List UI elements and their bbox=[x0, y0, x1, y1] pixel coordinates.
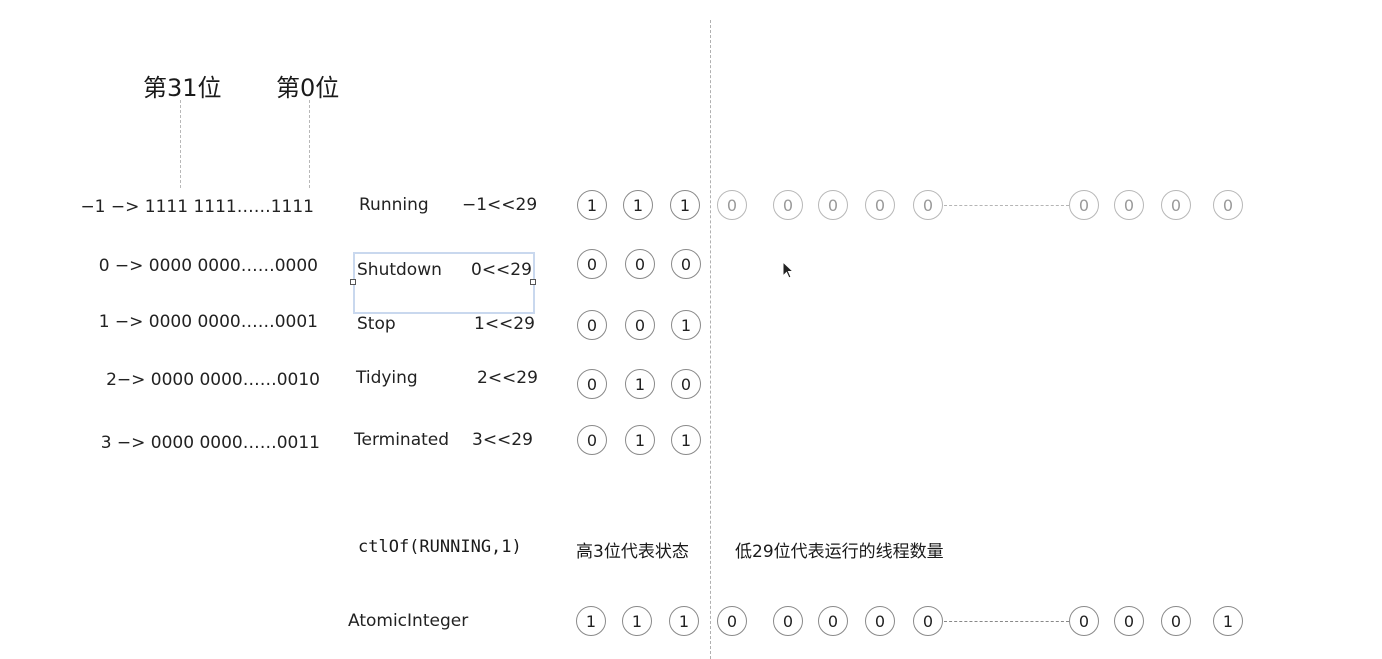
bit-circle: 0 bbox=[625, 310, 655, 340]
low-bit-circle: 0 bbox=[1114, 190, 1144, 220]
atomic-bit-circle: 0 bbox=[913, 606, 943, 636]
low-bit-circle: 0 bbox=[1213, 190, 1243, 220]
bit-circle: 1 bbox=[625, 369, 655, 399]
binary-row-neg1: −1 −> 1111 1111……1111 bbox=[80, 197, 314, 217]
state-terminated-shift: 3<<29 bbox=[472, 430, 533, 450]
high-low-divider bbox=[710, 20, 711, 659]
bit0-label: 第0位 bbox=[276, 74, 340, 102]
low-bit-circle: 0 bbox=[913, 190, 943, 220]
low-bit-circle: 0 bbox=[818, 190, 848, 220]
bit-circle: 1 bbox=[625, 425, 655, 455]
mouse-pointer-icon bbox=[782, 260, 796, 281]
low-bit-circle: 0 bbox=[773, 190, 803, 220]
binary-row-2: 2−> 0000 0000……0010 bbox=[106, 370, 320, 390]
low-bit-circle: 0 bbox=[717, 190, 747, 220]
binary-row-1: 1 −> 0000 0000……0001 bbox=[98, 312, 318, 332]
state-tidying-shift: 2<<29 bbox=[477, 368, 538, 388]
atomic-bit-circle: 1 bbox=[669, 606, 699, 636]
binary-row-0: 0 −> 0000 0000……0000 bbox=[98, 256, 318, 276]
state-shutdown-name: Shutdown bbox=[357, 260, 442, 280]
low-bits-note: 低29位代表运行的线程数量 bbox=[735, 542, 944, 562]
atomic-bit-circle: 0 bbox=[1161, 606, 1191, 636]
high-bits-note: 高3位代表状态 bbox=[576, 542, 689, 562]
atomic-bit-circle: 0 bbox=[717, 606, 747, 636]
low-bit-circle: 0 bbox=[1069, 190, 1099, 220]
bit-circle: 1 bbox=[623, 190, 653, 220]
low-bit-circle: 0 bbox=[1161, 190, 1191, 220]
atomic-bit-circle: 0 bbox=[1069, 606, 1099, 636]
atomic-bit-circle: 0 bbox=[865, 606, 895, 636]
atomic-bit-circle: 1 bbox=[622, 606, 652, 636]
atomic-integer-label: AtomicInteger bbox=[348, 611, 469, 631]
bit-circle: 0 bbox=[671, 249, 701, 279]
bit-circle: 0 bbox=[577, 249, 607, 279]
bit31-label: 第31位 bbox=[143, 74, 222, 102]
state-tidying-name: Tidying bbox=[356, 368, 418, 388]
bit-circle: 1 bbox=[670, 190, 700, 220]
state-shutdown-shift: 0<<29 bbox=[471, 260, 532, 280]
bit-circle: 0 bbox=[671, 369, 701, 399]
ctl-code: ctlOf(RUNNING,1) bbox=[358, 537, 522, 557]
atomic-bit-circle: 0 bbox=[818, 606, 848, 636]
selection-handle-left[interactable] bbox=[350, 279, 356, 285]
bit31-guide-line bbox=[180, 100, 181, 188]
state-running-name: Running bbox=[359, 195, 429, 215]
bit-circle: 0 bbox=[577, 369, 607, 399]
running-ellipsis-line bbox=[944, 205, 1069, 206]
bit-circle: 0 bbox=[625, 249, 655, 279]
atomic-ellipsis-line bbox=[944, 621, 1069, 622]
atomic-bit-circle: 0 bbox=[773, 606, 803, 636]
low-bit-circle: 0 bbox=[865, 190, 895, 220]
state-running-shift: −1<<29 bbox=[462, 195, 538, 215]
state-stop-shift: 1<<29 bbox=[474, 314, 535, 334]
atomic-bit-circle: 1 bbox=[576, 606, 606, 636]
bit0-guide-line bbox=[309, 100, 310, 188]
atomic-bit-circle: 1 bbox=[1213, 606, 1243, 636]
bit-circle: 0 bbox=[577, 310, 607, 340]
atomic-bit-circle: 0 bbox=[1114, 606, 1144, 636]
state-stop-name: Stop bbox=[357, 314, 396, 334]
bit-circle: 1 bbox=[577, 190, 607, 220]
bit-circle: 0 bbox=[577, 425, 607, 455]
binary-row-3: 3 −> 0000 0000……0011 bbox=[100, 433, 320, 453]
bit-circle: 1 bbox=[671, 425, 701, 455]
bit-circle: 1 bbox=[671, 310, 701, 340]
state-terminated-name: Terminated bbox=[354, 430, 450, 450]
